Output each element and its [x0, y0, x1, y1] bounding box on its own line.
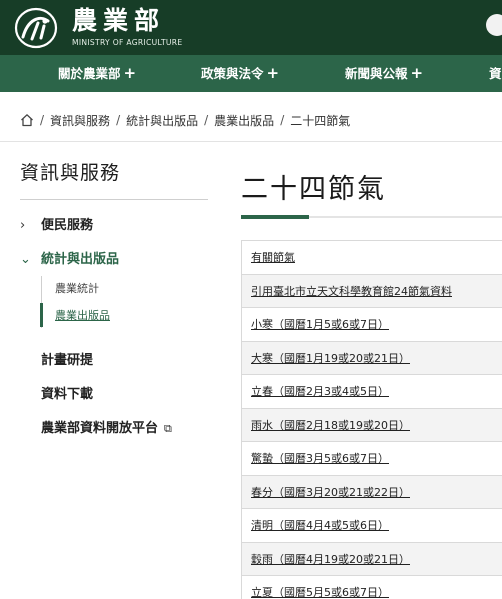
title-underline-accent: [241, 215, 309, 219]
sidebar-item-project-proposals[interactable]: 計畫研提: [41, 349, 93, 368]
nav-item-policy[interactable]: 政策與法令 +: [201, 55, 279, 92]
nav-item-about[interactable]: 關於農業部 +: [58, 55, 136, 92]
breadcrumb-current: 二十四節氣: [290, 113, 351, 128]
sidebar-item-downloads[interactable]: 資料下載: [41, 383, 93, 402]
sidebar-subitem-agri-statistics[interactable]: 農業統計: [55, 280, 99, 296]
link-lichun[interactable]: 立春（國曆2月3或4或5日）: [251, 383, 389, 399]
breadcrumb-separator: /: [204, 113, 209, 127]
sidebar-subitem-publications[interactable]: 農業出版品: [55, 307, 110, 323]
breadcrumb: / 資訊與服務 / 統計與出版品 / 農業出版品 / 二十四節氣: [20, 111, 350, 129]
breadcrumb-divider: [0, 141, 502, 142]
nav-item-label: 資: [489, 66, 502, 81]
list-item: 春分（國曆3月20或21或22日）: [241, 475, 502, 509]
link-guyu[interactable]: 穀雨（國曆4月19或20或21日）: [251, 551, 410, 567]
list-item: 雨水（國曆2月18或19或20日）: [241, 408, 502, 442]
sidebar-item-label: 農業部資料開放平台: [41, 421, 159, 436]
list-item: 有關節氣: [241, 241, 502, 275]
home-icon[interactable]: [20, 113, 34, 127]
breadcrumb-separator: /: [280, 113, 285, 127]
header-corner-decoration: [486, 14, 502, 36]
plus-icon: +: [123, 64, 137, 82]
link-about-solar-terms[interactable]: 有關節氣: [251, 249, 295, 265]
sidebar-divider: [20, 199, 208, 200]
link-jingzhe[interactable]: 驚蟄（國曆3月5或6或7日）: [251, 450, 389, 466]
plus-icon: +: [266, 64, 280, 82]
breadcrumb-separator: /: [40, 113, 45, 127]
chevron-right-icon: ›: [20, 218, 26, 233]
breadcrumb-info-services[interactable]: 資訊與服務: [50, 112, 110, 129]
sidebar-item-public-services[interactable]: › 便民服務: [20, 214, 93, 233]
sidebar-item-label: 統計與出版品: [41, 252, 120, 267]
nav-item-label: 政策與法令: [201, 66, 264, 81]
list-item: 穀雨（國曆4月19或20或21日）: [241, 542, 502, 576]
nav-item-label: 新聞與公報: [345, 66, 408, 81]
link-dahan[interactable]: 大寒（國曆1月19或20或21日）: [251, 350, 410, 366]
breadcrumb-publications[interactable]: 農業出版品: [214, 112, 274, 129]
site-name-english: MINISTRY OF AGRICULTURE: [72, 38, 183, 47]
link-qingming[interactable]: 清明（國曆4月4或5或6日）: [251, 517, 389, 533]
ministry-logo-icon[interactable]: [14, 7, 58, 49]
sidebar-item-label: 便民服務: [41, 218, 94, 233]
submenu-active-marker: [40, 303, 43, 327]
link-lixia[interactable]: 立夏（國曆5月5或6或7日）: [251, 584, 389, 599]
sidebar-item-statistics[interactable]: ⌄ 統計與出版品: [20, 248, 119, 267]
main-navigation: 關於農業部 + 政策與法令 + 新聞與公報 + 資: [0, 55, 502, 92]
list-item: 大寒（國曆1月19或20或21日）: [241, 341, 502, 375]
sidebar-item-open-data-platform[interactable]: 農業部資料開放平台 ⧉: [41, 417, 172, 436]
breadcrumb-separator: /: [116, 113, 121, 127]
nav-item-label: 關於農業部: [58, 66, 121, 81]
sidebar-title: 資訊與服務: [20, 162, 121, 184]
nav-item-news[interactable]: 新聞與公報 +: [345, 55, 423, 92]
list-item: 清明（國曆4月4或5或6日）: [241, 509, 502, 543]
external-link-icon: ⧉: [164, 422, 172, 435]
list-item: 立春（國曆2月3或4或5日）: [241, 375, 502, 409]
list-item: 小寒（國曆1月5或6或7日）: [241, 308, 502, 342]
site-name[interactable]: 農業部: [72, 6, 165, 36]
site-header: 農業部 MINISTRY OF AGRICULTURE: [0, 0, 502, 55]
list-item: 引用臺北市立天文科學教育館24節氣資料: [241, 274, 502, 308]
breadcrumb-statistics[interactable]: 統計與出版品: [126, 112, 198, 129]
list-item: 立夏（國曆5月5或6或7日）: [241, 576, 502, 599]
page-title: 二十四節氣: [241, 174, 386, 205]
link-chunfen[interactable]: 春分（國曆3月20或21或22日）: [251, 484, 410, 500]
link-xiaohan[interactable]: 小寒（國曆1月5或6或7日）: [251, 316, 389, 332]
solar-terms-link-list: 有關節氣 引用臺北市立天文科學教育館24節氣資料 小寒（國曆1月5或6或7日） …: [241, 240, 502, 599]
plus-icon: +: [410, 64, 424, 82]
link-yushui[interactable]: 雨水（國曆2月18或19或20日）: [251, 417, 410, 433]
list-item: 驚蟄（國曆3月5或6或7日）: [241, 442, 502, 476]
chevron-down-icon: ⌄: [20, 252, 31, 267]
link-observatory-source[interactable]: 引用臺北市立天文科學教育館24節氣資料: [251, 283, 452, 299]
nav-item-info[interactable]: 資: [489, 55, 502, 92]
